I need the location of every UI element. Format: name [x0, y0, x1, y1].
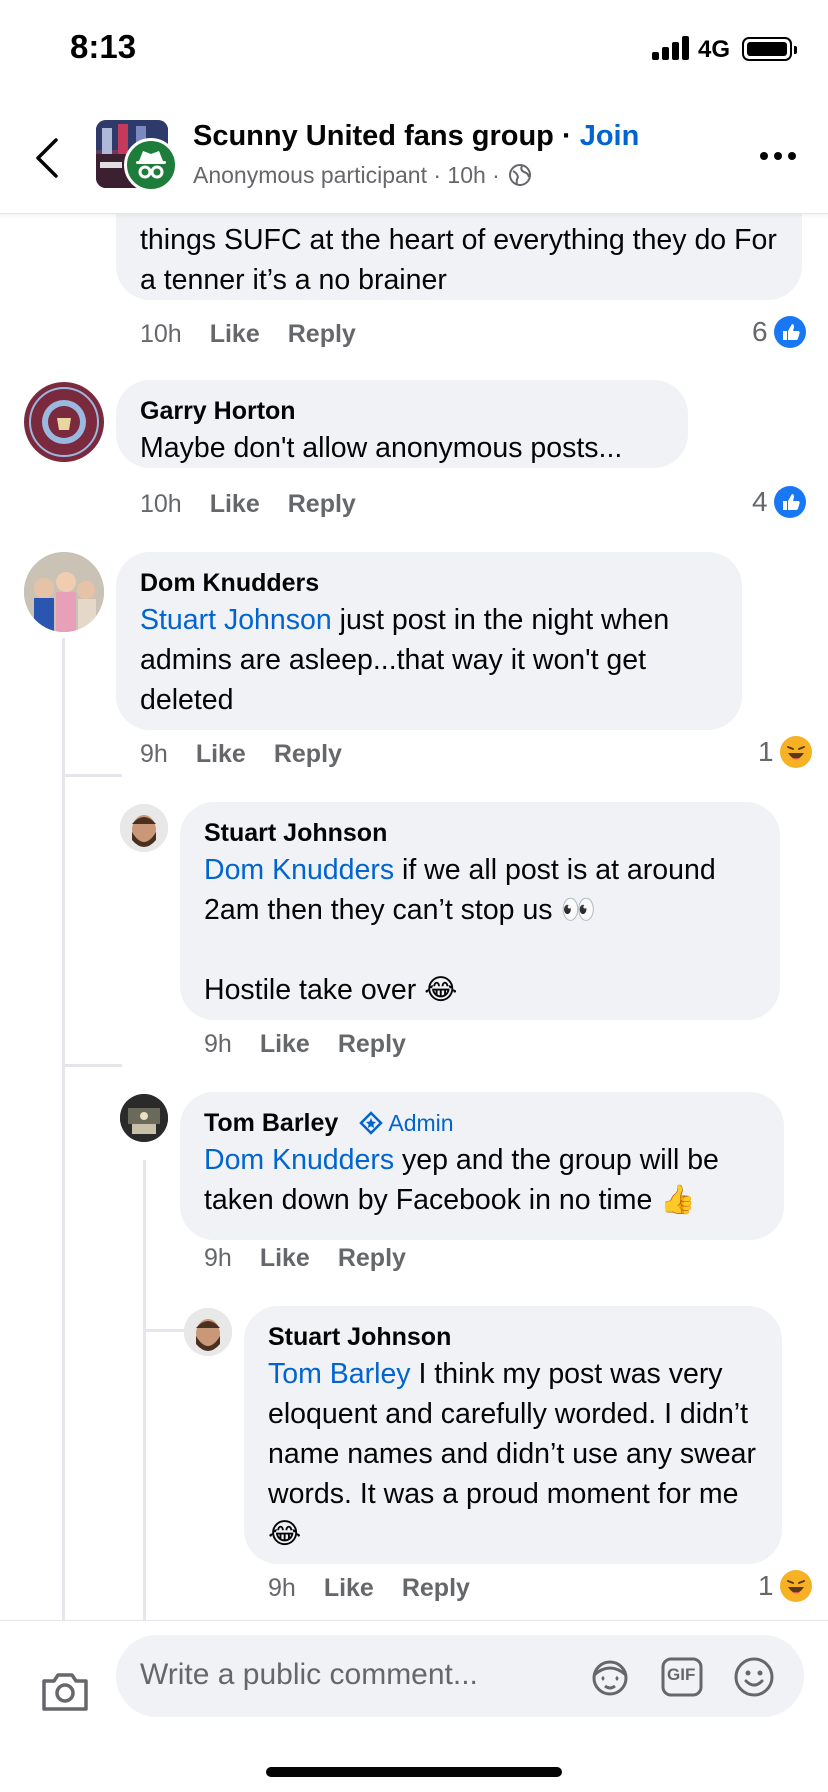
- camera-icon: [42, 1673, 88, 1711]
- reaction-count[interactable]: 6: [752, 316, 806, 348]
- thread-branch: [62, 774, 122, 777]
- reaction-count[interactable]: 1: [758, 736, 812, 768]
- globe-icon: [509, 164, 532, 186]
- comment-time: 10h: [140, 320, 182, 348]
- thread-branch: [143, 1329, 185, 1332]
- admin-badge: Admin: [359, 1110, 454, 1136]
- thread-branch: [62, 1064, 122, 1067]
- like-reaction-icon: [773, 316, 806, 348]
- thread-line: [143, 1160, 146, 1620]
- comment-actions: 9h Like Reply: [140, 740, 342, 769]
- emoji-button[interactable]: [732, 1655, 776, 1699]
- join-button[interactable]: Join: [580, 120, 640, 152]
- emoji-icon: [734, 1657, 774, 1697]
- comment-author[interactable]: Dom Knudders: [140, 566, 718, 600]
- mention-link[interactable]: Tom Barley: [268, 1358, 411, 1390]
- haha-reaction-icon: [779, 736, 812, 768]
- avatar[interactable]: [120, 1094, 168, 1142]
- home-indicator[interactable]: [266, 1767, 562, 1777]
- back-button[interactable]: [30, 136, 66, 180]
- back-chevron-icon: [36, 138, 58, 178]
- comment-time: 10h: [140, 490, 182, 518]
- mention-link[interactable]: Dom Knudders: [204, 854, 394, 886]
- comment-author[interactable]: Garry Horton: [140, 394, 664, 428]
- more-options-button[interactable]: [760, 146, 800, 166]
- comment-text: Stuart Johnson just post in the night wh…: [140, 604, 670, 716]
- comment-time: 9h: [140, 740, 168, 768]
- comment-bubble: things SUFC at the heart of everything t…: [116, 214, 802, 300]
- like-button[interactable]: Like: [210, 320, 260, 348]
- reaction-count[interactable]: 4: [752, 486, 806, 518]
- group-title: Scunny United fans group · Join: [193, 120, 639, 153]
- mention-link[interactable]: Dom Knudders: [204, 1144, 394, 1176]
- post-meta: Anonymous participant · 10h ·: [193, 162, 500, 188]
- reply-button[interactable]: Reply: [402, 1574, 470, 1602]
- mention-link[interactable]: Stuart Johnson: [140, 604, 332, 636]
- group-name[interactable]: Scunny United fans group: [193, 120, 554, 152]
- reply-button[interactable]: Reply: [288, 320, 356, 348]
- avatar[interactable]: [24, 552, 104, 632]
- comment-author[interactable]: Tom Barley: [204, 1109, 338, 1137]
- haha-reaction-icon: [779, 1570, 812, 1602]
- reply-button[interactable]: Reply: [288, 490, 356, 518]
- like-button[interactable]: Like: [260, 1244, 310, 1272]
- like-button[interactable]: Like: [196, 740, 246, 768]
- comment-actions: 10h Like Reply: [140, 320, 356, 349]
- comment-text: Maybe don't allow anonymous posts...: [140, 432, 623, 464]
- reply-button[interactable]: Reply: [338, 1244, 406, 1272]
- comment-actions: 10h Like Reply: [140, 490, 356, 519]
- avatar-sticker-button[interactable]: [588, 1655, 632, 1699]
- comment-time: 9h: [204, 1244, 232, 1272]
- avatar[interactable]: [184, 1308, 232, 1356]
- comments-feed[interactable]: things SUFC at the heart of everything t…: [0, 214, 828, 1620]
- comment-actions: 9h Like Reply: [204, 1244, 406, 1273]
- comment-author[interactable]: Stuart Johnson: [268, 1320, 758, 1354]
- reaction-count[interactable]: 1: [758, 1570, 812, 1602]
- signal-icon: [652, 36, 692, 60]
- post-subtitle: Anonymous participant · 10h ·: [193, 162, 532, 189]
- comment-composer: GIF: [0, 1620, 828, 1792]
- comment-author[interactable]: Stuart Johnson: [204, 816, 756, 850]
- like-button[interactable]: Like: [260, 1030, 310, 1058]
- comment-text: Dom Knudders yep and the group will be t…: [204, 1144, 719, 1216]
- comment-text: things SUFC at the heart of everything t…: [140, 224, 777, 296]
- status-time: 8:13: [70, 28, 137, 65]
- camera-button[interactable]: [40, 1669, 90, 1713]
- comment-author-row: Tom Barley Admin: [204, 1106, 760, 1140]
- comment-box: GIF: [116, 1635, 804, 1717]
- comment-time: 9h: [268, 1574, 296, 1602]
- comment-text: Hostile take over 😂: [204, 974, 458, 1006]
- comment-bubble: Garry Horton Maybe don't allow anonymous…: [116, 380, 688, 468]
- reply-button[interactable]: Reply: [338, 1030, 406, 1058]
- comment-bubble: Stuart Johnson Dom Knudders if we all po…: [180, 802, 780, 1020]
- anonymous-icon: [124, 138, 178, 192]
- avatar[interactable]: [24, 382, 104, 462]
- like-reaction-icon: [773, 486, 806, 518]
- network-label: 4G: [698, 36, 731, 63]
- avatar-sticker-icon: [592, 1660, 628, 1696]
- like-button[interactable]: Like: [210, 490, 260, 518]
- comment-bubble: Tom Barley Admin Dom Knudders yep and th…: [180, 1092, 784, 1240]
- avatar[interactable]: [120, 804, 168, 852]
- comment-bubble: Dom Knudders Stuart Johnson just post in…: [116, 552, 742, 730]
- gif-label: GIF: [667, 1665, 696, 1684]
- admin-badge-icon: [359, 1111, 384, 1135]
- comment-actions: 9h Like Reply: [204, 1030, 406, 1059]
- comment-text: Dom Knudders if we all post is at around…: [204, 854, 716, 926]
- battery-icon: [742, 37, 797, 61]
- comment-text: Tom Barley I think my post was very eloq…: [268, 1358, 756, 1550]
- status-bar: 8:13 4G: [0, 0, 828, 100]
- thread-line: [62, 638, 65, 1620]
- comment-bubble: Stuart Johnson Tom Barley I think my pos…: [244, 1306, 782, 1564]
- title-separator: ·: [561, 120, 572, 152]
- comment-input[interactable]: [140, 1655, 580, 1695]
- reply-button[interactable]: Reply: [274, 740, 342, 768]
- post-header: Scunny United fans group · Join Anonymou…: [0, 100, 828, 214]
- gif-button[interactable]: GIF: [660, 1655, 704, 1699]
- comment-time: 9h: [204, 1030, 232, 1058]
- comment-actions: 9h Like Reply: [268, 1574, 470, 1603]
- like-button[interactable]: Like: [324, 1574, 374, 1602]
